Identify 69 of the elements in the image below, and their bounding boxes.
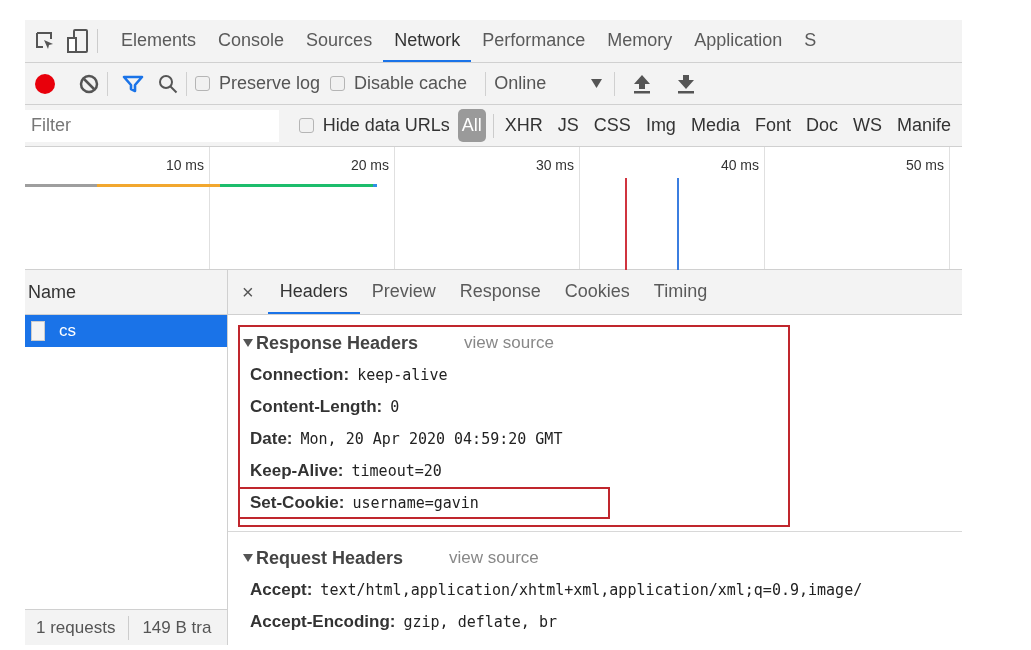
panel-tab[interactable]: Performance	[471, 20, 597, 62]
view-source-link[interactable]: view source	[464, 330, 554, 356]
dropdown-caret-icon	[591, 79, 603, 88]
detail-tab[interactable]: Preview	[359, 270, 448, 314]
type-filter-button[interactable]: Font	[750, 109, 795, 142]
header-name: Keep-Alive:	[250, 460, 344, 483]
header-value: timeout=20	[351, 460, 442, 482]
checkbox-label: Disable cache	[354, 72, 468, 95]
type-filter-button[interactable]: Manife	[892, 109, 955, 142]
status-text: 1 requests	[35, 616, 116, 639]
time-tick-label: 20 ms	[350, 156, 389, 175]
time-tick-label: 10 ms	[165, 156, 204, 175]
section-title[interactable]: Request Headers	[256, 544, 404, 572]
status-text: 149 B tra	[142, 616, 212, 639]
type-filter-button[interactable]: Img	[641, 109, 680, 142]
type-filter-button[interactable]: XHR	[500, 109, 547, 142]
throttle-dropdown[interactable]: Online	[494, 70, 607, 97]
clear-icon[interactable]	[79, 73, 99, 94]
type-filter-button[interactable]: Doc	[801, 109, 842, 142]
request-row[interactable]: cs	[25, 315, 227, 347]
header-name: Connection:	[250, 364, 350, 387]
view-source-link[interactable]: view source	[449, 545, 539, 571]
header-value: Mon, 20 Apr 2020 04:59:20 GMT	[300, 428, 563, 450]
upload-icon[interactable]	[633, 73, 652, 94]
close-button[interactable]: ×	[228, 270, 268, 314]
inspect-icon[interactable]	[35, 31, 55, 51]
checkbox-label: Preserve log	[219, 72, 321, 95]
detail-tab[interactable]: Timing	[641, 270, 720, 314]
panel-tab[interactable]: Memory	[596, 20, 684, 62]
device-icon[interactable]	[67, 29, 89, 53]
header-name: Set-Cookie:	[250, 492, 345, 515]
panel-tab[interactable]: Sources	[295, 20, 384, 62]
panel-tab[interactable]: S	[793, 20, 828, 62]
header-name: Accept-Encoding:	[250, 611, 396, 634]
header-value: text/html,application/xhtml+xml,application/xml;q=0.9,image/	[320, 579, 863, 601]
filter-icon[interactable]	[122, 73, 144, 94]
detail-tab[interactable]: Headers	[267, 270, 360, 314]
panel-tab[interactable]: Elements	[110, 20, 208, 62]
type-filter-button[interactable]: JS	[553, 109, 583, 142]
checkbox[interactable]	[298, 118, 314, 133]
filter-field[interactable]: Filter	[25, 109, 279, 142]
header-name: Accept:	[250, 579, 313, 602]
checkbox[interactable]	[195, 76, 210, 91]
panel-tab[interactable]: Console	[207, 20, 296, 62]
document-icon	[31, 321, 45, 341]
header-value: username=gavin	[352, 492, 479, 514]
column-header: Name	[28, 280, 76, 304]
type-filter-button[interactable]: CSS	[589, 109, 635, 142]
time-tick-label: 50 ms	[905, 156, 944, 175]
section-title[interactable]: Response Headers	[256, 329, 419, 357]
disclosure-triangle-icon[interactable]	[243, 553, 253, 563]
header-name: Content-Length:	[250, 396, 383, 419]
header-value: gzip, deflate, br	[403, 611, 557, 633]
type-filter-button[interactable]: WS	[848, 109, 886, 142]
panel-tab[interactable]: Application	[683, 20, 794, 62]
header-value: 0	[390, 396, 400, 418]
header-name: Date:	[250, 428, 293, 451]
record-button[interactable]	[35, 73, 55, 94]
checkbox-label: Hide data URLs	[322, 114, 450, 137]
checkbox[interactable]	[330, 76, 346, 91]
time-tick-label: 30 ms	[535, 156, 574, 175]
download-icon[interactable]	[677, 73, 696, 94]
disclosure-triangle-icon[interactable]	[243, 338, 253, 348]
type-filter-button[interactable]: Media	[686, 109, 744, 142]
search-icon[interactable]	[158, 73, 178, 94]
time-tick-label: 40 ms	[720, 156, 759, 175]
detail-tab[interactable]: Cookies	[552, 270, 642, 314]
detail-tab[interactable]: Response	[447, 270, 553, 314]
header-value: keep-alive	[357, 364, 448, 386]
